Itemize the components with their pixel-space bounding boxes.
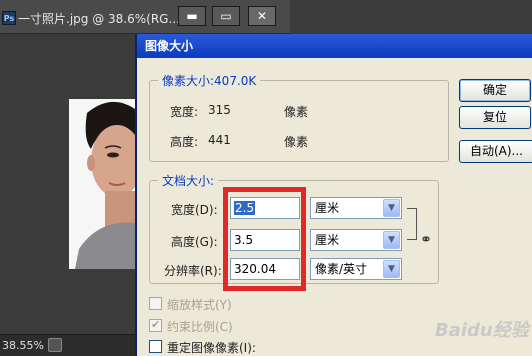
constrain-bracket <box>407 208 417 240</box>
minimize-button[interactable]: ▬ <box>178 6 206 26</box>
checkmark-icon: ✔ <box>151 318 161 331</box>
resample-checkbox[interactable] <box>149 340 162 353</box>
chevron-down-icon[interactable]: ▼ <box>383 199 400 217</box>
screen: Ps 一寸照片.jpg @ 38.6%(RG... ▬ ▭ ✕ 38.55% 图… <box>0 0 532 356</box>
constrain-proportions-label: 约束比例(C) <box>167 320 233 334</box>
zoom-level[interactable]: 38.55% <box>2 339 44 352</box>
status-bar: 38.55% <box>0 334 135 356</box>
dialog-title: 图像大小 <box>137 34 532 58</box>
resolution-label: 分辨率(R): <box>164 264 222 278</box>
pixel-height-value: 441 <box>208 133 231 147</box>
ok-button[interactable]: 确定 <box>459 79 531 102</box>
pixel-width-value: 315 <box>208 103 231 117</box>
status-menu-icon[interactable] <box>48 338 62 352</box>
pixel-height-unit: 像素 <box>284 135 309 149</box>
resolution-unit-select[interactable]: 像素/英寸 ▼ <box>310 258 402 280</box>
doc-height-unit-select[interactable]: 厘米 ▼ <box>310 229 402 251</box>
document-titlebar: Ps 一寸照片.jpg @ 38.6%(RG... ▬ ▭ ✕ <box>0 0 290 34</box>
baidu-watermark: Baidu经验 <box>435 320 529 341</box>
doc-height-unit: 厘米 <box>315 233 340 247</box>
close-button[interactable]: ✕ <box>248 6 276 26</box>
maximize-button[interactable]: ▭ <box>212 6 240 26</box>
reset-button[interactable]: 复位 <box>459 106 531 129</box>
chevron-down-icon[interactable]: ▼ <box>383 231 400 249</box>
document-title: 一寸照片.jpg @ 38.6%(RG... <box>18 12 180 26</box>
scale-styles-label: 缩放样式(Y) <box>167 298 232 312</box>
doc-height-label: 高度(G): <box>171 235 218 249</box>
image-size-dialog: 图像大小 像素大小:407.0K 宽度: 315 像素 高度: 441 像素 文… <box>135 34 532 356</box>
photoshop-icon: Ps <box>2 11 16 25</box>
pixel-dimensions-legend: 像素大小:407.0K <box>158 72 261 89</box>
doc-width-unit-select[interactable]: 厘米 ▼ <box>310 197 402 219</box>
pixel-width-unit: 像素 <box>284 105 309 119</box>
chain-link-icon: ⚭ <box>420 232 432 248</box>
auto-button[interactable]: 自动(A)... <box>459 140 532 163</box>
highlight-box <box>223 187 306 291</box>
pixel-dimensions-group: 像素大小:407.0K 宽度: 315 像素 高度: 441 像素 <box>149 72 449 162</box>
scale-styles-checkbox[interactable] <box>149 297 162 310</box>
document-size-legend: 文档大小: <box>158 172 219 189</box>
pixel-height-label: 高度: <box>170 135 199 149</box>
resolution-unit: 像素/英寸 <box>315 262 368 276</box>
doc-width-label: 宽度(D): <box>171 203 218 217</box>
pixel-width-label: 宽度: <box>170 105 199 119</box>
doc-width-unit: 厘米 <box>315 201 340 215</box>
resample-label: 重定图像像素(I): <box>167 341 256 355</box>
constrain-proportions-checkbox[interactable]: ✔ <box>149 318 162 332</box>
portrait-photo <box>69 99 135 269</box>
chevron-down-icon[interactable]: ▼ <box>383 260 400 278</box>
